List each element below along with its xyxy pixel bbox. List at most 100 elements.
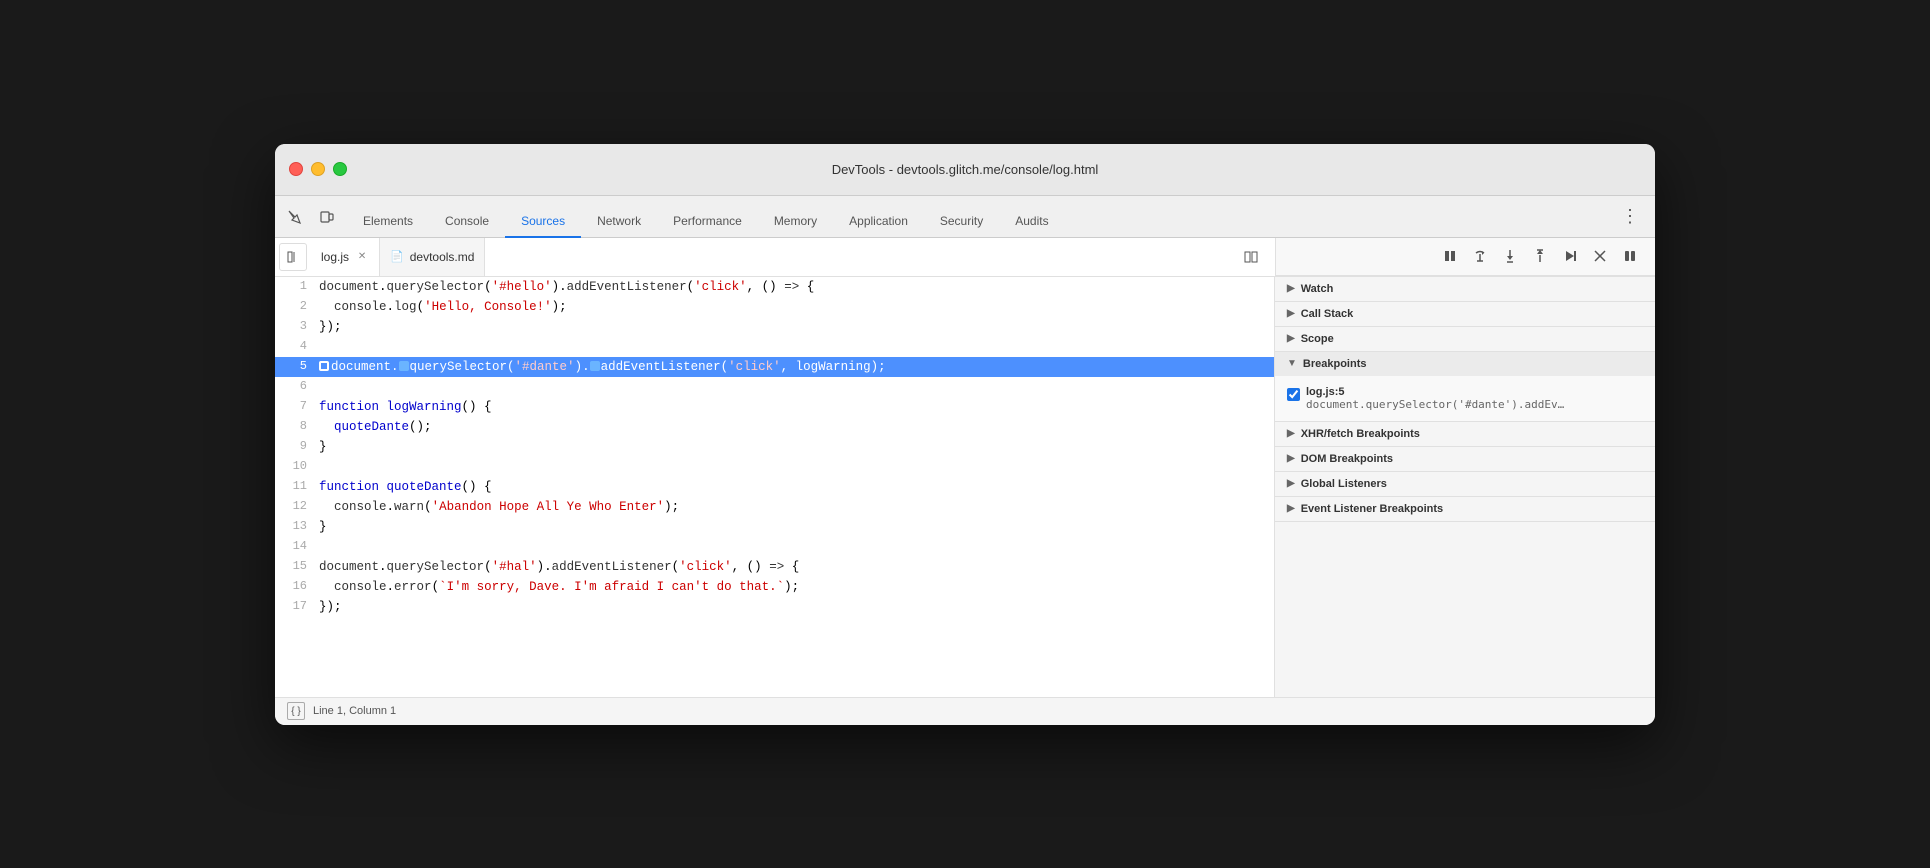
- line-content-2: console.log('Hello, Console!');: [315, 297, 1274, 317]
- breakpoints-content: log.js:5 document.querySelector('#dante'…: [1275, 376, 1655, 421]
- line-number-12: 12: [275, 497, 315, 517]
- window-title: DevTools - devtools.glitch.me/console/lo…: [832, 162, 1099, 177]
- global-listeners-label: Global Listeners: [1301, 478, 1387, 490]
- code-line-8: 8 quoteDante();: [275, 417, 1274, 437]
- breakpoint-code: document.querySelector('#dante').addEv…: [1306, 398, 1596, 411]
- code-line-4: 4: [275, 337, 1274, 357]
- tabs-bar: ElementsConsoleSourcesNetworkPerformance…: [275, 196, 1655, 238]
- breakpoint-item: log.js:5 document.querySelector('#dante'…: [1287, 382, 1643, 415]
- close-tab-log-js[interactable]: ✕: [355, 250, 369, 264]
- tab-sources[interactable]: Sources: [505, 206, 581, 238]
- line-number-4: 4: [275, 337, 315, 357]
- pause-resume-btn[interactable]: [1437, 243, 1463, 269]
- code-line-17: 17});: [275, 597, 1274, 617]
- status-text: Line 1, Column 1: [313, 705, 396, 717]
- global-listeners-header[interactable]: ▶ Global Listeners: [1275, 472, 1655, 496]
- breakpoints-header[interactable]: ▼ Breakpoints: [1275, 352, 1655, 376]
- line-number-11: 11: [275, 477, 315, 497]
- file-icon: 📄: [390, 250, 404, 263]
- step-into-btn[interactable]: [1497, 243, 1523, 269]
- scope-header[interactable]: ▶ Scope: [1275, 327, 1655, 351]
- breakpoints-section: ▼ Breakpoints log.js:5 document.querySel…: [1275, 352, 1655, 422]
- tab-elements[interactable]: Elements: [347, 206, 429, 238]
- breakpoint-file: log.js:5: [1306, 386, 1643, 398]
- code-line-1: 1document.querySelector('#hello').addEve…: [275, 277, 1274, 297]
- synced-scroll-btn[interactable]: [1239, 245, 1263, 269]
- tabs-container: ElementsConsoleSourcesNetworkPerformance…: [347, 206, 1065, 237]
- dom-breakpoints-header[interactable]: ▶ DOM Breakpoints: [1275, 447, 1655, 471]
- debug-toolbar: [1275, 238, 1655, 276]
- breakpoint-checkbox[interactable]: [1287, 388, 1300, 401]
- event-listener-breakpoints-section: ▶ Event Listener Breakpoints: [1275, 497, 1655, 522]
- xhr-fetch-header[interactable]: ▶ XHR/fetch Breakpoints: [1275, 422, 1655, 446]
- status-bar: { } Line 1, Column 1: [275, 697, 1655, 725]
- call-stack-header[interactable]: ▶ Call Stack: [1275, 302, 1655, 326]
- file-bar-toggle[interactable]: [279, 243, 307, 271]
- event-listener-breakpoints-header[interactable]: ▶ Event Listener Breakpoints: [1275, 497, 1655, 521]
- file-tab-devtools-md[interactable]: 📄 devtools.md: [380, 238, 485, 276]
- code-line-10: 10: [275, 457, 1274, 477]
- step-btn[interactable]: [1557, 243, 1583, 269]
- file-tab-log-js[interactable]: log.js ✕: [311, 238, 380, 276]
- line-number-14: 14: [275, 537, 315, 557]
- tab-security[interactable]: Security: [924, 206, 999, 238]
- device-icon[interactable]: [315, 205, 339, 229]
- tab-performance[interactable]: Performance: [657, 206, 758, 238]
- minimize-button[interactable]: [311, 162, 325, 176]
- code-line-13: 13}: [275, 517, 1274, 537]
- more-tabs-button[interactable]: ⋮: [1613, 198, 1647, 237]
- close-button[interactable]: [289, 162, 303, 176]
- tab-console[interactable]: Console: [429, 206, 505, 238]
- call-stack-label: Call Stack: [1301, 308, 1354, 320]
- scope-label: Scope: [1301, 333, 1334, 345]
- code-line-5: 5document.querySelector('#dante').addEve…: [275, 357, 1274, 377]
- pretty-print-icon[interactable]: { }: [287, 702, 305, 720]
- line-content-14: [315, 537, 1274, 557]
- line-number-2: 2: [275, 297, 315, 317]
- line-number-17: 17: [275, 597, 315, 617]
- dom-breakpoints-chevron: ▶: [1287, 453, 1295, 464]
- global-listeners-section: ▶ Global Listeners: [1275, 472, 1655, 497]
- watch-header[interactable]: ▶ Watch: [1275, 277, 1655, 301]
- line-content-7: function logWarning() {: [315, 397, 1274, 417]
- file-bar: log.js ✕ 📄 devtools.md: [275, 238, 1275, 276]
- code-editor[interactable]: 1document.querySelector('#hello').addEve…: [275, 277, 1275, 697]
- maximize-button[interactable]: [333, 162, 347, 176]
- breakpoint-info: log.js:5 document.querySelector('#dante'…: [1306, 386, 1643, 411]
- line-number-6: 6: [275, 377, 315, 397]
- line-number-3: 3: [275, 317, 315, 337]
- line-content-6: [315, 377, 1274, 397]
- line-content-4: [315, 337, 1274, 357]
- line-content-15: document.querySelector('#hal').addEventL…: [315, 557, 1274, 577]
- line-content-1: document.querySelector('#hello').addEven…: [315, 277, 1274, 297]
- event-listener-breakpoints-label: Event Listener Breakpoints: [1301, 503, 1443, 515]
- line-number-9: 9: [275, 437, 315, 457]
- tab-memory[interactable]: Memory: [758, 206, 833, 238]
- line-number-16: 16: [275, 577, 315, 597]
- watch-label: Watch: [1301, 283, 1334, 295]
- pause-on-exceptions-btn[interactable]: [1617, 243, 1643, 269]
- line-content-9: }: [315, 437, 1274, 457]
- file-tab-label: log.js: [321, 250, 349, 264]
- right-panel: ▶ Watch ▶ Call Stack ▶ Scope: [1275, 277, 1655, 697]
- line-number-10: 10: [275, 457, 315, 477]
- step-out-btn[interactable]: [1527, 243, 1553, 269]
- tab-network[interactable]: Network: [581, 206, 657, 238]
- inspect-icon[interactable]: [283, 205, 307, 229]
- line-content-3: });: [315, 317, 1274, 337]
- call-stack-chevron: ▶: [1287, 308, 1295, 319]
- line-content-5: document.querySelector('#dante').addEven…: [315, 357, 1274, 377]
- xhr-fetch-section: ▶ XHR/fetch Breakpoints: [1275, 422, 1655, 447]
- line-content-13: }: [315, 517, 1274, 537]
- xhr-fetch-label: XHR/fetch Breakpoints: [1301, 428, 1420, 440]
- code-line-14: 14: [275, 537, 1274, 557]
- file-bar-right: [1239, 245, 1271, 269]
- deactivate-breakpoints-btn[interactable]: [1587, 243, 1613, 269]
- tab-application[interactable]: Application: [833, 206, 924, 238]
- step-over-btn[interactable]: [1467, 243, 1493, 269]
- line-content-11: function quoteDante() {: [315, 477, 1274, 497]
- tab-audits[interactable]: Audits: [999, 206, 1064, 238]
- line-number-5: 5: [275, 357, 315, 377]
- code-line-9: 9}: [275, 437, 1274, 457]
- xhr-fetch-chevron: ▶: [1287, 428, 1295, 439]
